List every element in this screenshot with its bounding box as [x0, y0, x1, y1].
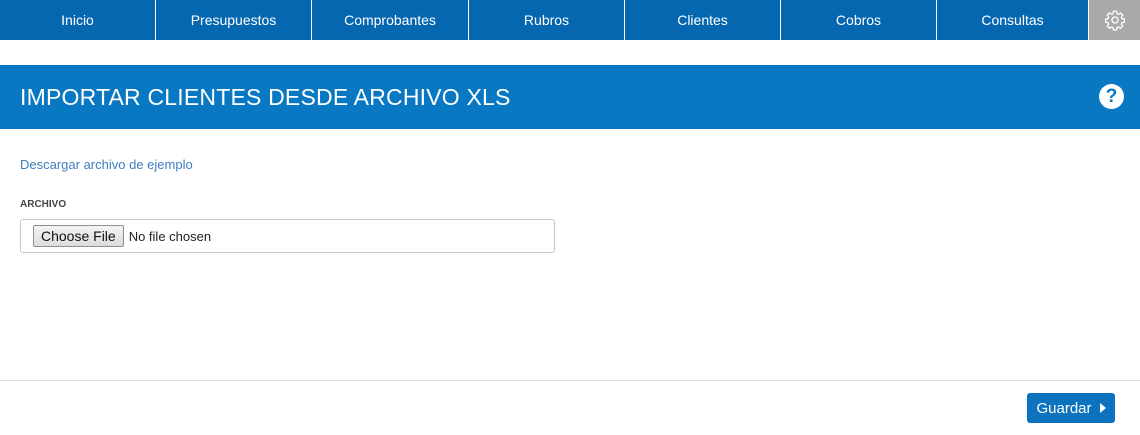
- page-title: IMPORTAR CLIENTES DESDE ARCHIVO XLS: [20, 83, 511, 110]
- file-field-label: ARCHIVO: [20, 199, 67, 210]
- nav-item-rubros[interactable]: Rubros: [469, 0, 625, 40]
- save-button[interactable]: Guardar: [1027, 393, 1115, 423]
- caret-right-icon: [1099, 403, 1106, 413]
- nav-item-consultas[interactable]: Consultas: [937, 0, 1089, 40]
- nav-item-inicio[interactable]: Inicio: [0, 0, 156, 40]
- footer-divider: [0, 380, 1140, 381]
- nav-item-comprobantes[interactable]: Comprobantes: [312, 0, 469, 40]
- file-input[interactable]: Choose File No file chosen: [20, 219, 555, 253]
- gear-icon: [1104, 10, 1125, 31]
- choose-file-button[interactable]: Choose File: [33, 225, 124, 247]
- nav-item-presupuestos[interactable]: Presupuestos: [156, 0, 312, 40]
- file-status-text: No file chosen: [128, 228, 212, 244]
- save-button-label: Guardar: [1036, 399, 1092, 417]
- nav-item-clientes[interactable]: Clientes: [625, 0, 781, 40]
- help-icon: ?: [1105, 85, 1118, 107]
- download-sample-link[interactable]: Descargar archivo de ejemplo: [20, 157, 193, 172]
- nav-item-cobros[interactable]: Cobros: [781, 0, 937, 40]
- help-button[interactable]: ?: [1099, 84, 1124, 109]
- panel-header: IMPORTAR CLIENTES DESDE ARCHIVO XLS ?: [0, 65, 1140, 129]
- settings-button[interactable]: [1089, 0, 1140, 40]
- top-navigation: Inicio Presupuestos Comprobantes Rubros …: [0, 0, 1140, 40]
